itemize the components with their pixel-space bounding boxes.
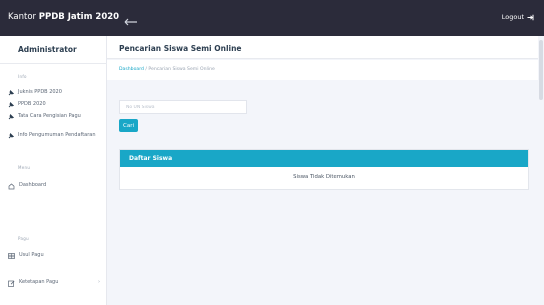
brand-name: PPDB Jatim 2020 [38,12,120,22]
un-number-search-input[interactable] [119,100,247,114]
sidebar-item-label: Info Pengumuman Pendaftaran [18,132,96,138]
sidebar-item-label: Tata Cara Pengisian Pagu [18,113,81,119]
sidebar-title: Administrator [18,45,77,54]
card-title: Daftar Siswa [129,155,173,162]
sidebar-item-dashboard[interactable]: Dashboard [8,182,104,193]
empty-state-message: Siswa Tidak Ditemukan [293,174,355,180]
page-title: Pencarian Siswa Semi Online [119,44,242,53]
table-icon [8,253,15,262]
sidebar-item-label: PPDB 2020 [18,101,46,107]
sidebar-section-info: Info [18,74,27,79]
sidebar-item-label: Usul Pagu [19,252,44,258]
card-body: Siswa Tidak Ditemukan [120,167,528,189]
pin-icon [8,101,15,111]
edit-icon [8,280,15,290]
logout-button[interactable]: Logout [502,13,534,21]
sidebar-item-label: Ketetapan Pagu [19,279,59,285]
pin-icon [8,132,15,142]
scrollbar-thumb[interactable] [539,40,543,100]
pin-icon [8,89,15,99]
sidebar-item-info-pengumuman[interactable]: Info Pengumuman Pendaftaran [8,132,104,142]
home-icon [8,183,15,193]
breadcrumb-current: Pencarian Siswa Semi Online [148,67,215,72]
sidebar-item-ppdb[interactable]: PPDB 2020 [8,101,104,111]
chevron-right-icon: › [98,279,100,285]
sidebar-section-menu: Menu [18,165,31,170]
sidebar-item-label: Juknis PPDB 2020 [18,89,62,95]
page-header: Pencarian Siswa Semi Online [107,36,544,59]
sidebar-item-usul-pagu[interactable]: Usul Pagu [8,252,104,262]
sidebar-item-juknis[interactable]: Juknis PPDB 2020 [8,89,104,99]
main-content: Pencarian Siswa Semi Online Dashboard / … [107,36,544,305]
sidebar-divider [0,63,107,64]
pin-icon [8,113,15,123]
breadcrumb-home-link[interactable]: Dashboard [119,67,144,72]
page-scrollbar[interactable] [538,36,544,305]
sidebar-item-ketetapan-pagu[interactable]: Ketetapan Pagu › [8,279,104,290]
app-brand[interactable]: Kantor PPDB Jatim 2020 [8,12,119,22]
top-navbar: Kantor PPDB Jatim 2020 Logout [0,0,544,36]
sidebar-toggle-icon[interactable] [124,12,138,26]
logout-icon [527,14,534,21]
search-button[interactable]: Cari [119,119,138,132]
breadcrumb: Dashboard / Pencarian Siswa Semi Online [119,67,215,72]
sidebar: Administrator Info Juknis PPDB 2020 PPDB… [0,36,107,305]
logout-label: Logout [501,13,524,21]
brand-prefix: Kantor [8,12,39,22]
student-list-card: Daftar Siswa Siswa Tidak Ditemukan [119,149,529,190]
breadcrumb-bar: Dashboard / Pencarian Siswa Semi Online [107,60,544,80]
sidebar-section-pagu: Pagu [18,236,29,241]
sidebar-item-label: Dashboard [19,182,47,188]
sidebar-item-tata-cara[interactable]: Tata Cara Pengisian Pagu [8,113,104,123]
card-header: Daftar Siswa [120,150,528,167]
